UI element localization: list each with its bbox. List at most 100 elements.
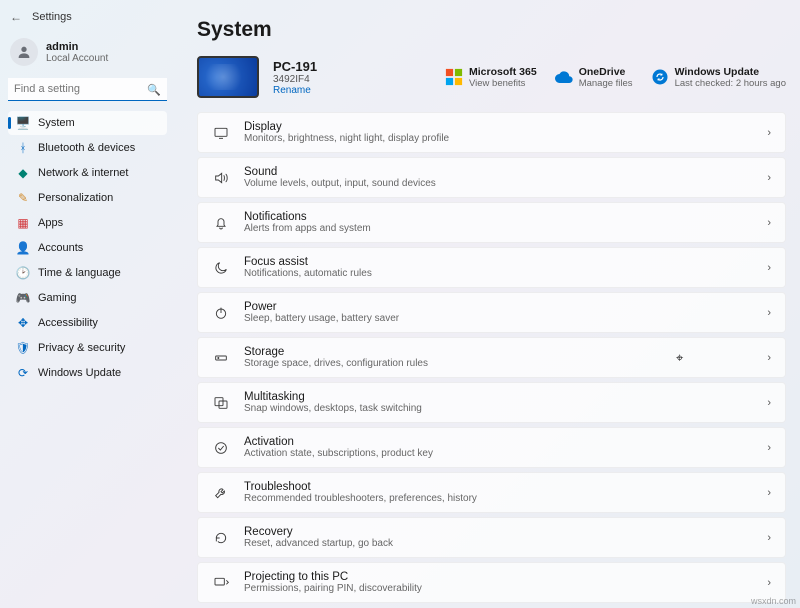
nav-label: Accounts [38, 242, 83, 254]
settings-row-troubleshoot[interactable]: TroubleshootRecommended troubleshooters,… [197, 472, 786, 513]
avatar-icon [10, 38, 38, 66]
wrench-icon [212, 485, 230, 501]
hero-link-title: Windows Update [675, 66, 786, 78]
chevron-right-icon: › [767, 127, 771, 139]
nav-item-time-language[interactable]: 🕑 Time & language [8, 261, 167, 285]
hero-link-title: Microsoft 365 [469, 66, 537, 78]
user-account[interactable]: admin Local Account [10, 38, 167, 66]
pc-name: PC-191 [273, 59, 317, 74]
chevron-right-icon: › [767, 532, 771, 544]
hero-link-windows-update[interactable]: Windows UpdateLast checked: 2 hours ago [651, 66, 786, 89]
chevron-right-icon: › [767, 577, 771, 589]
nav-icon: ✎ [16, 191, 30, 205]
settings-row-storage[interactable]: StorageStorage space, drives, configurat… [197, 337, 786, 378]
back-icon[interactable]: ← [10, 10, 22, 24]
nav-item-network-internet[interactable]: ◆Network & internet [8, 161, 167, 185]
search-field[interactable]: 🔍 [8, 78, 167, 101]
settings-row-multitasking[interactable]: MultitaskingSnap windows, desktops, task… [197, 382, 786, 423]
chevron-right-icon: › [767, 307, 771, 319]
nav-label: Accessibility [38, 317, 98, 329]
nav-item-apps[interactable]: ▦ Apps [8, 211, 167, 235]
row-title: Notifications [244, 211, 371, 223]
search-input[interactable] [8, 78, 167, 101]
chevron-right-icon: › [767, 172, 771, 184]
pc-id: 3492IF4 [273, 74, 317, 85]
settings-row-display[interactable]: DisplayMonitors, brightness, night light… [197, 112, 786, 153]
pc-thumbnail [197, 56, 259, 98]
row-title: Projecting to this PC [244, 571, 422, 583]
nav-label: Bluetooth & devices [38, 142, 135, 154]
row-sub: Sleep, battery usage, battery saver [244, 313, 399, 324]
hero-link-onedrive[interactable]: OneDriveManage files [555, 66, 633, 89]
ms365-icon [445, 68, 463, 86]
moon-icon [212, 260, 230, 276]
nav-label: Personalization [38, 192, 113, 204]
row-sub: Notifications, automatic rules [244, 268, 372, 279]
nav-icon: ᚼ [16, 141, 30, 155]
nav-item-windows-update[interactable]: ⟳Windows Update [8, 361, 167, 385]
row-sub: Permissions, pairing PIN, discoverabilit… [244, 583, 422, 594]
nav-icon: 🕑 [16, 266, 30, 280]
hero-link-sub: Manage files [579, 78, 633, 89]
rename-link[interactable]: Rename [273, 85, 317, 96]
settings-row-power[interactable]: PowerSleep, battery usage, battery saver… [197, 292, 786, 333]
nav-icon: 🛡 [16, 341, 30, 355]
app-title: Settings [32, 11, 72, 23]
row-sub: Volume levels, output, input, sound devi… [244, 178, 436, 189]
hero-link-microsoft-[interactable]: Microsoft 365View benefits [445, 66, 537, 89]
row-title: Storage [244, 346, 428, 358]
hero-link-sub: View benefits [469, 78, 537, 89]
row-title: Focus assist [244, 256, 372, 268]
nav-label: System [38, 117, 75, 129]
row-title: Recovery [244, 526, 393, 538]
nav-icon: ▦ [16, 216, 30, 230]
project-icon [212, 575, 230, 591]
chevron-right-icon: › [767, 262, 771, 274]
row-sub: Storage space, drives, configuration rul… [244, 358, 428, 369]
hero-link-sub: Last checked: 2 hours ago [675, 78, 786, 89]
nav-label: Apps [38, 217, 63, 229]
nav-item-accounts[interactable]: 👤 Accounts [8, 236, 167, 260]
user-name: admin [46, 41, 108, 53]
search-icon: 🔍 [147, 83, 161, 96]
bell-icon [212, 215, 230, 231]
nav-label: Gaming [38, 292, 77, 304]
sync-icon [651, 68, 669, 86]
chevron-right-icon: › [767, 217, 771, 229]
chevron-right-icon: › [767, 397, 771, 409]
row-title: Sound [244, 166, 436, 178]
row-title: Multitasking [244, 391, 422, 403]
settings-row-recovery[interactable]: RecoveryReset, advanced startup, go back… [197, 517, 786, 558]
nav-item-bluetooth-devices[interactable]: ᚼ Bluetooth & devices [8, 136, 167, 160]
row-title: Troubleshoot [244, 481, 477, 493]
row-sub: Activation state, subscriptions, product… [244, 448, 433, 459]
row-sub: Recommended troubleshooters, preferences… [244, 493, 477, 504]
multitask-icon [212, 395, 230, 411]
nav-item-accessibility[interactable]: ✥Accessibility [8, 311, 167, 335]
user-sub: Local Account [46, 53, 108, 64]
storage-icon [212, 350, 230, 366]
sound-icon [212, 170, 230, 186]
nav-icon: 🎮 [16, 291, 30, 305]
settings-row-notifications[interactable]: NotificationsAlerts from apps and system… [197, 202, 786, 243]
nav-item-personalization[interactable]: ✎ Personalization [8, 186, 167, 210]
hero-link-title: OneDrive [579, 66, 633, 78]
settings-row-activation[interactable]: ActivationActivation state, subscription… [197, 427, 786, 468]
settings-row-projecting-to-this-pc[interactable]: Projecting to this PCPermissions, pairin… [197, 562, 786, 603]
chevron-right-icon: › [767, 352, 771, 364]
watermark: wsxdn.com [751, 596, 796, 606]
row-title: Activation [244, 436, 433, 448]
settings-row-sound[interactable]: SoundVolume levels, output, input, sound… [197, 157, 786, 198]
nav-item-privacy-security[interactable]: 🛡 Privacy & security [8, 336, 167, 360]
cloud-icon [555, 68, 573, 86]
nav-label: Time & language [38, 267, 121, 279]
nav-icon: ◆ [16, 166, 30, 180]
power-icon [212, 305, 230, 321]
nav-icon: 👤 [16, 241, 30, 255]
settings-row-focus-assist[interactable]: Focus assistNotifications, automatic rul… [197, 247, 786, 288]
nav-item-system[interactable]: 🖥️System [8, 111, 167, 135]
chevron-right-icon: › [767, 442, 771, 454]
recovery-icon [212, 530, 230, 546]
nav-label: Privacy & security [38, 342, 125, 354]
nav-item-gaming[interactable]: 🎮 Gaming [8, 286, 167, 310]
